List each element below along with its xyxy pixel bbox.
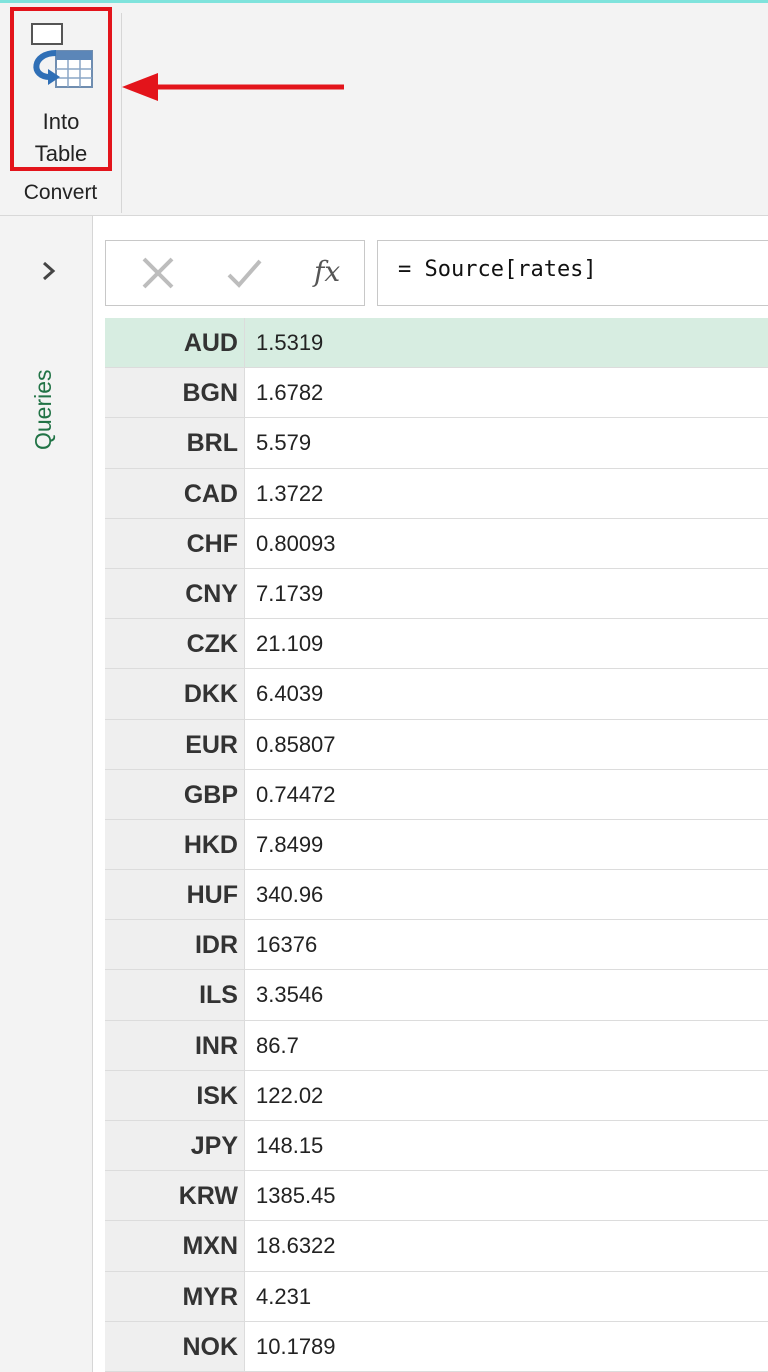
- table-row[interactable]: ILS 3.3546: [105, 970, 768, 1021]
- row-value[interactable]: 7.8499: [256, 820, 323, 869]
- into-table-button[interactable]: Into Table: [10, 7, 112, 171]
- table-row[interactable]: KRW 1385.45: [105, 1171, 768, 1222]
- table-row[interactable]: HKD 7.8499: [105, 819, 768, 871]
- group-divider: [121, 13, 122, 213]
- row-value[interactable]: 0.74472: [256, 770, 336, 819]
- row-value[interactable]: 4.231: [256, 1272, 311, 1321]
- row-key[interactable]: NOK: [105, 1321, 245, 1371]
- row-key[interactable]: CHF: [105, 518, 245, 568]
- table-row[interactable]: GBP 0.74472: [105, 769, 768, 820]
- row-value[interactable]: 0.80093: [256, 519, 336, 568]
- row-value[interactable]: 1.6782: [256, 368, 323, 417]
- table-row[interactable]: BGN 1.6782: [105, 368, 768, 419]
- row-key[interactable]: ISK: [105, 1070, 245, 1120]
- chevron-right-icon[interactable]: [36, 256, 60, 286]
- table-row[interactable]: CZK 21.109: [105, 619, 768, 670]
- table-row[interactable]: CNY 7.1739: [105, 568, 768, 620]
- row-value[interactable]: 3.3546: [256, 970, 323, 1019]
- row-value[interactable]: 6.4039: [256, 669, 323, 718]
- table-row[interactable]: BRL 5.579: [105, 418, 768, 469]
- table-row[interactable]: EUR 0.85807: [105, 719, 768, 770]
- row-key[interactable]: ILS: [105, 970, 245, 1020]
- into-table-label-line2: Table: [34, 141, 88, 166]
- convert-group-label: Convert: [23, 181, 98, 204]
- table-row[interactable]: IDR 16376: [105, 920, 768, 971]
- cancel-icon[interactable]: [138, 253, 178, 293]
- row-key[interactable]: CAD: [105, 468, 245, 518]
- row-value[interactable]: 340.96: [256, 870, 323, 919]
- table-row[interactable]: CHF 0.80093: [105, 518, 768, 569]
- table-row[interactable]: INR 86.7: [105, 1020, 768, 1071]
- table-row[interactable]: JPY 148.15: [105, 1121, 768, 1172]
- table-row[interactable]: ISK 122.02: [105, 1070, 768, 1121]
- row-key[interactable]: HKD: [105, 819, 245, 870]
- into-table-label-line1: Into: [42, 109, 80, 134]
- ribbon: Into Table Convert: [0, 3, 768, 216]
- row-value[interactable]: 0.85807: [256, 720, 336, 769]
- row-key[interactable]: BGN: [105, 368, 245, 418]
- row-key[interactable]: EUR: [105, 719, 245, 769]
- row-value[interactable]: 1385.45: [256, 1171, 336, 1220]
- table-row[interactable]: AUD 1.5319: [105, 318, 768, 369]
- red-arrow-annotation: [122, 73, 344, 101]
- row-key[interactable]: AUD: [105, 318, 245, 368]
- queries-label[interactable]: Queries: [30, 310, 57, 450]
- row-value[interactable]: 5.579: [256, 418, 311, 467]
- into-table-icon: [31, 23, 93, 88]
- check-icon[interactable]: [224, 253, 264, 293]
- queries-sidebar: Queries: [0, 216, 93, 1372]
- row-value[interactable]: 7.1739: [256, 569, 323, 618]
- row-value[interactable]: 21.109: [256, 619, 323, 668]
- table-row[interactable]: DKK 6.4039: [105, 669, 768, 720]
- row-value[interactable]: 122.02: [256, 1071, 323, 1120]
- row-key[interactable]: CZK: [105, 619, 245, 669]
- row-key[interactable]: MYR: [105, 1271, 245, 1321]
- fx-icon[interactable]: fx: [314, 255, 340, 288]
- row-key[interactable]: BRL: [105, 418, 245, 468]
- table-row[interactable]: HUF 340.96: [105, 870, 768, 921]
- row-value[interactable]: 18.6322: [256, 1221, 336, 1270]
- row-value[interactable]: 148.15: [256, 1121, 323, 1170]
- row-value[interactable]: 10.1789: [256, 1322, 336, 1371]
- row-key[interactable]: KRW: [105, 1171, 245, 1221]
- row-key[interactable]: MXN: [105, 1221, 245, 1271]
- row-value[interactable]: 16376: [256, 920, 317, 969]
- row-value[interactable]: 1.5319: [256, 318, 323, 367]
- row-value[interactable]: 1.3722: [256, 469, 323, 518]
- row-key[interactable]: CNY: [105, 568, 245, 619]
- row-key[interactable]: DKK: [105, 669, 245, 719]
- row-value[interactable]: 86.7: [256, 1021, 299, 1070]
- row-key[interactable]: INR: [105, 1020, 245, 1070]
- formula-controls: fx: [105, 240, 365, 306]
- table-row[interactable]: MYR 4.231: [105, 1271, 768, 1322]
- table-row[interactable]: MXN 18.6322: [105, 1221, 768, 1272]
- formula-text[interactable]: = Source[rates]: [398, 257, 597, 282]
- table-row[interactable]: NOK 10.1789: [105, 1321, 768, 1372]
- row-key[interactable]: GBP: [105, 769, 245, 819]
- row-key[interactable]: JPY: [105, 1121, 245, 1171]
- formula-bar[interactable]: = Source[rates]: [377, 240, 768, 306]
- record-grid: AUD 1.5319 BGN 1.6782 BRL 5.579 CAD 1.3722 CHF 0.…: [105, 318, 768, 1372]
- row-key[interactable]: HUF: [105, 870, 245, 920]
- table-row[interactable]: CAD 1.3722: [105, 468, 768, 519]
- row-key[interactable]: IDR: [105, 920, 245, 970]
